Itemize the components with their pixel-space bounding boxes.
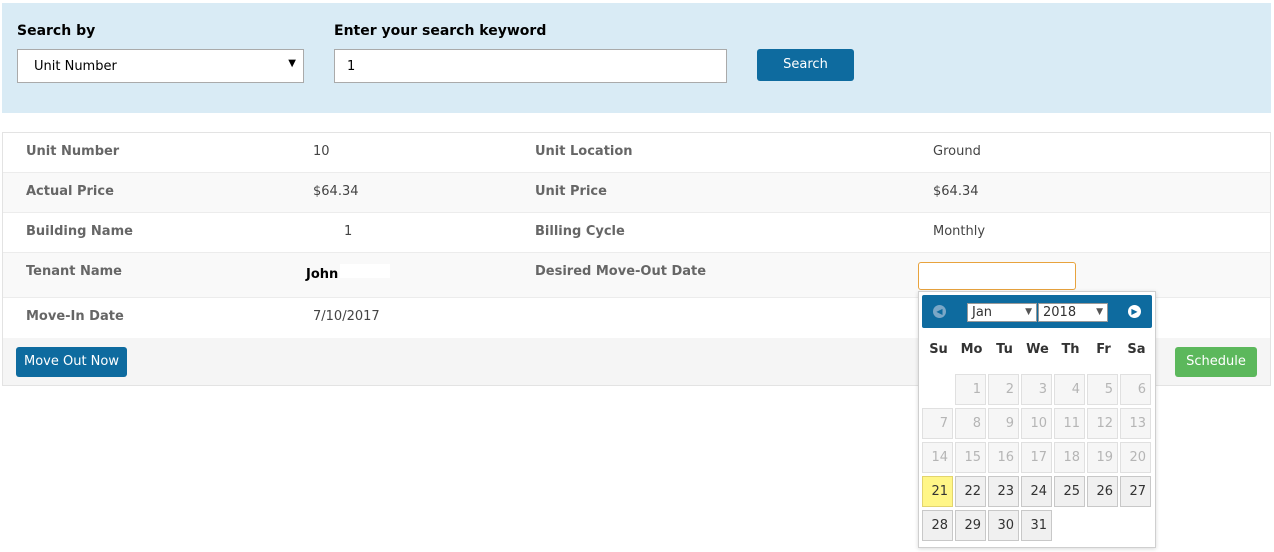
billing-cycle-label: Billing Cycle xyxy=(535,224,625,239)
year-select[interactable]: 2018 ▼ xyxy=(1038,303,1108,322)
calendar-day: 9 xyxy=(988,408,1019,439)
datepicker: ◀ Jan ▼ 2018 ▼ ▶ Su Mo Tu We Th Fr Sa 1 2 3 4 5 6 7 8 9… xyxy=(918,291,1156,548)
calendar-day: 14 xyxy=(922,442,953,473)
calendar-day[interactable]: 29 xyxy=(955,510,986,541)
calendar-day: 5 xyxy=(1087,374,1118,405)
calendar-day[interactable]: 22 xyxy=(955,476,986,507)
actual-price-label: Actual Price xyxy=(26,184,114,199)
schedule-button[interactable]: Schedule xyxy=(1175,347,1257,377)
details-row: Building Name 1 Billing Cycle Monthly xyxy=(3,213,1270,253)
details-row: Unit Number 10 Unit Location Ground xyxy=(3,133,1270,173)
calendar-day[interactable]: 24 xyxy=(1021,476,1052,507)
search-panel: Search by Enter your search keyword Unit… xyxy=(2,3,1271,113)
redaction-mask xyxy=(340,264,390,278)
calendar-day[interactable]: 27 xyxy=(1120,476,1151,507)
move-out-now-button[interactable]: Move Out Now xyxy=(16,347,127,377)
next-circle-icon[interactable]: ▶ xyxy=(1128,305,1141,318)
unit-number-value: 10 xyxy=(313,144,330,159)
move-in-date-value: 7/10/2017 xyxy=(313,309,380,324)
search-by-label: Search by xyxy=(17,23,96,39)
calendar-day: 20 xyxy=(1120,442,1151,473)
unit-price-value: $64.34 xyxy=(933,184,979,199)
calendar-day: 15 xyxy=(955,442,986,473)
search-by-value: Unit Number xyxy=(34,59,117,74)
building-name-value: 1 xyxy=(344,224,353,239)
month-value: Jan xyxy=(972,305,993,320)
month-select[interactable]: Jan ▼ xyxy=(967,303,1037,322)
details-row: Actual Price $64.34 Unit Price $64.34 xyxy=(3,173,1270,213)
unit-number-label: Unit Number xyxy=(26,144,120,159)
move-in-date-label: Move-In Date xyxy=(26,309,124,324)
calendar-day: 12 xyxy=(1087,408,1118,439)
tenant-name-label: Tenant Name xyxy=(26,264,122,279)
calendar-day[interactable]: 30 xyxy=(988,510,1019,541)
calendar-day: 7 xyxy=(922,408,953,439)
building-name-label: Building Name xyxy=(26,224,133,239)
weekday-header: Su xyxy=(929,342,948,357)
move-out-date-label: Desired Move-Out Date xyxy=(535,264,707,279)
calendar-day: 8 xyxy=(955,408,986,439)
unit-location-label: Unit Location xyxy=(535,144,633,159)
calendar-day[interactable]: 21 xyxy=(922,476,953,507)
calendar-day: 13 xyxy=(1120,408,1151,439)
search-by-select[interactable]: Unit Number ▼ xyxy=(17,49,304,83)
calendar-day: 3 xyxy=(1021,374,1052,405)
calendar-day: 17 xyxy=(1021,442,1052,473)
calendar-day: 18 xyxy=(1054,442,1085,473)
calendar-day[interactable]: 23 xyxy=(988,476,1019,507)
calendar-day: 11 xyxy=(1054,408,1085,439)
calendar-day: 6 xyxy=(1120,374,1151,405)
search-keyword-input[interactable]: 1 xyxy=(334,49,727,83)
calendar-day[interactable]: 28 xyxy=(922,510,953,541)
weekday-header: Tu xyxy=(996,342,1013,357)
dropdown-arrow-icon: ▼ xyxy=(1025,307,1032,317)
calendar-day: 19 xyxy=(1087,442,1118,473)
weekday-header: We xyxy=(1026,342,1049,357)
calendar-day[interactable]: 31 xyxy=(1021,510,1052,541)
calendar-day: 16 xyxy=(988,442,1019,473)
unit-price-label: Unit Price xyxy=(535,184,607,199)
dropdown-arrow-icon: ▼ xyxy=(288,58,296,69)
calendar-day: 2 xyxy=(988,374,1019,405)
prev-circle-icon[interactable]: ◀ xyxy=(933,305,946,318)
tenant-name-value: John xyxy=(306,267,339,282)
billing-cycle-value: Monthly xyxy=(933,224,986,239)
dropdown-arrow-icon: ▼ xyxy=(1096,307,1103,317)
datepicker-header: ◀ Jan ▼ 2018 ▼ ▶ xyxy=(922,295,1152,328)
unit-location-value: Ground xyxy=(933,144,981,159)
calendar-day[interactable]: 26 xyxy=(1087,476,1118,507)
weekday-header: Mo xyxy=(960,342,983,357)
calendar-day[interactable]: 25 xyxy=(1054,476,1085,507)
weekday-header: Sa xyxy=(1127,342,1146,357)
search-keyword-value: 1 xyxy=(347,59,356,74)
calendar-day: 1 xyxy=(955,374,986,405)
move-out-date-input[interactable] xyxy=(918,262,1076,290)
weekday-header: Th xyxy=(1061,342,1080,357)
calendar-day: 4 xyxy=(1054,374,1085,405)
search-keyword-label: Enter your search keyword xyxy=(334,23,547,39)
search-button[interactable]: Search xyxy=(757,49,854,81)
year-value: 2018 xyxy=(1043,305,1077,320)
calendar-day: 10 xyxy=(1021,408,1052,439)
actual-price-value: $64.34 xyxy=(313,184,359,199)
weekday-header: Fr xyxy=(1096,342,1111,357)
